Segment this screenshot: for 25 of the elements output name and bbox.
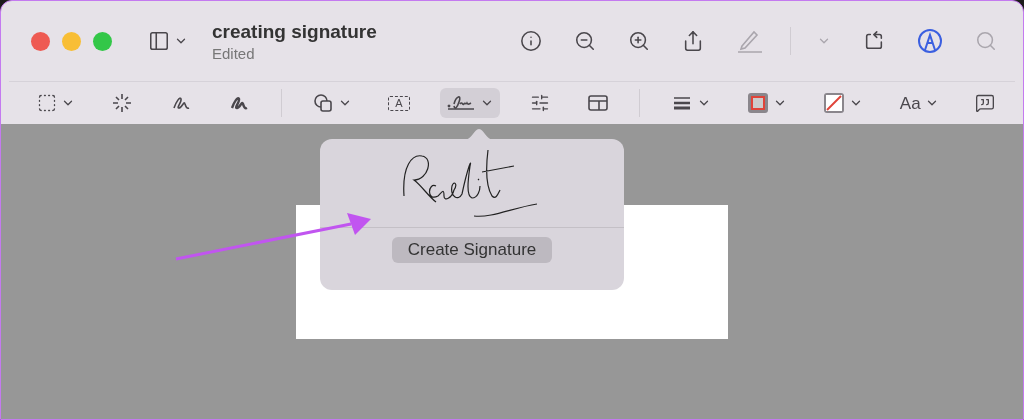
note-icon: [975, 93, 995, 113]
create-signature-button[interactable]: Create Signature: [391, 237, 553, 263]
shapes-icon: [311, 92, 334, 114]
window-subtitle: Edited: [212, 44, 256, 62]
pencil-icon: [736, 28, 764, 54]
sliders-icon: [530, 93, 551, 113]
wand-icon: [111, 92, 134, 114]
close-button[interactable]: [31, 31, 50, 51]
share-icon: [682, 30, 704, 52]
zoom-out-icon: [574, 30, 596, 52]
text-tool-button[interactable]: A: [382, 91, 416, 115]
page-layout-icon: [586, 92, 609, 114]
font-icon: Aa: [899, 94, 921, 112]
search-icon: [975, 30, 997, 52]
window-title: creating signature: [212, 20, 377, 43]
zoom-in-icon: [628, 30, 650, 52]
sidebar-icon: [148, 30, 170, 52]
text-box-icon: A: [388, 95, 410, 111]
rotate-icon: [863, 30, 885, 52]
sign-tool-button[interactable]: [440, 88, 501, 118]
fill-color-icon: [823, 92, 846, 114]
info-icon: [520, 30, 542, 52]
markup-icon: [917, 28, 943, 54]
selection-icon: [37, 93, 57, 113]
text-style-tool-button[interactable]: Aa: [893, 90, 945, 116]
